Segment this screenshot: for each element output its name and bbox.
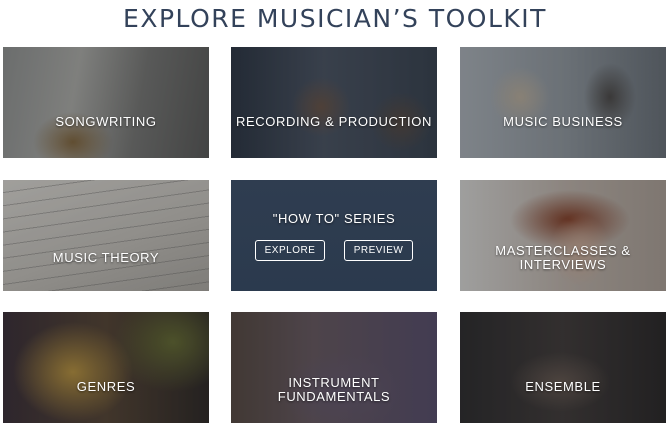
tile-label: MUSIC THEORY — [52, 249, 160, 265]
tile-label: ENSEMBLE — [525, 378, 601, 394]
page-title: EXPLORE MUSICIAN’S TOOLKIT — [123, 4, 547, 33]
tile-label: SONGWRITING — [55, 113, 157, 129]
tile-label: MASTERCLASSES & INTERVIEWS — [495, 242, 631, 272]
tile-label: RECORDING & PRODUCTION — [236, 113, 432, 129]
tile-songwriting[interactable]: SONGWRITING — [3, 47, 209, 158]
explore-button[interactable]: EXPLORE — [255, 240, 325, 261]
tile-label: GENRES — [76, 378, 136, 394]
tile-masterclasses-interviews[interactable]: MASTERCLASSES & INTERVIEWS — [460, 180, 666, 291]
tile-label: INSTRUMENT FUNDAMENTALS — [277, 374, 391, 404]
tile-instrument-fundamentals[interactable]: INSTRUMENT FUNDAMENTALS — [231, 312, 437, 423]
tile-recording-production[interactable]: RECORDING & PRODUCTION — [231, 47, 437, 158]
how-to-content: "HOW TO" SERIES EXPLORE PREVIEW — [255, 212, 413, 261]
tile-genres[interactable]: GENRES — [3, 312, 209, 423]
how-to-buttons: EXPLORE PREVIEW — [255, 240, 413, 261]
tile-label: "HOW TO" SERIES — [272, 211, 396, 226]
tile-label: MUSIC BUSINESS — [503, 113, 623, 129]
tile-music-business[interactable]: MUSIC BUSINESS — [460, 47, 666, 158]
tile-music-theory[interactable]: MUSIC THEORY — [3, 180, 209, 291]
preview-button[interactable]: PREVIEW — [344, 240, 413, 261]
tile-how-to-series: "HOW TO" SERIES EXPLORE PREVIEW — [231, 180, 437, 291]
tile-ensemble[interactable]: ENSEMBLE — [460, 312, 666, 423]
